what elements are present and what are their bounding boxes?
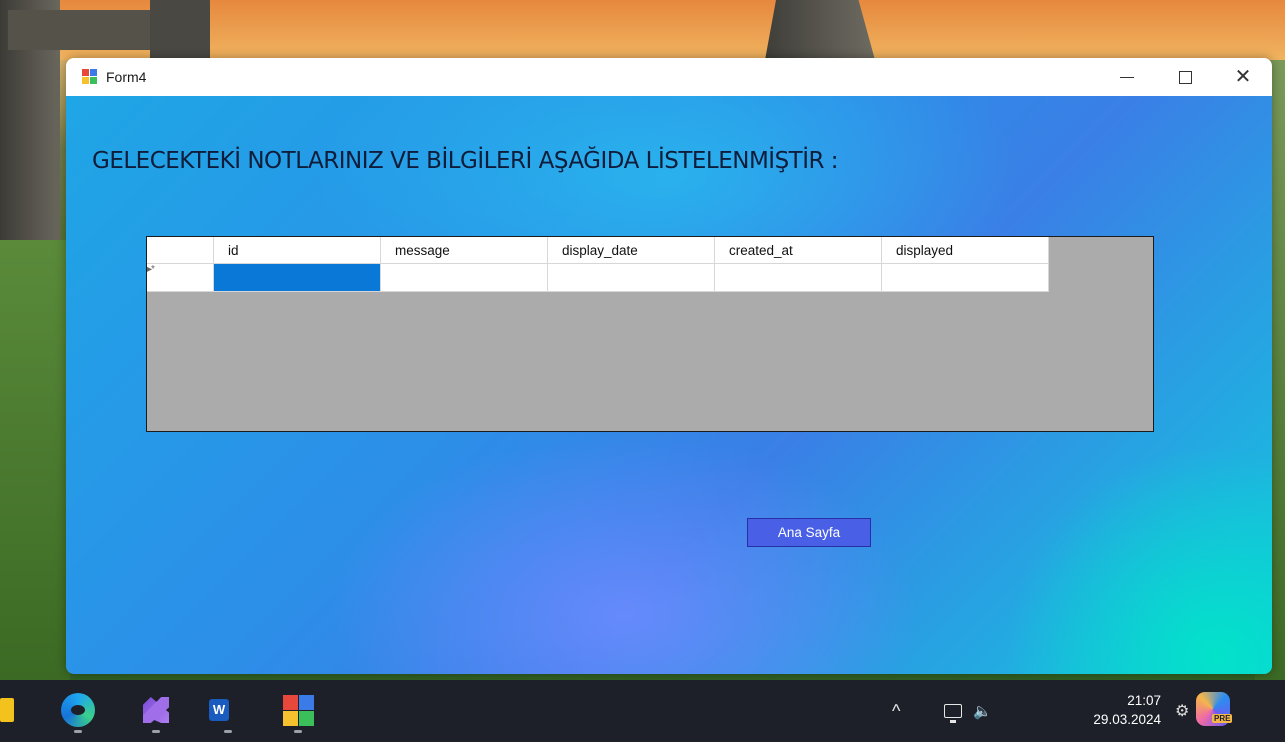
- column-header-id[interactable]: id: [214, 237, 381, 264]
- caption-buttons: ✕: [1098, 58, 1272, 96]
- cell-displayed[interactable]: [882, 264, 1049, 292]
- grid-new-row[interactable]: ▸*: [147, 264, 1049, 292]
- running-indicator: [294, 730, 302, 733]
- form-app-icon: [82, 69, 98, 85]
- cell-message[interactable]: [381, 264, 548, 292]
- network-icon[interactable]: [944, 680, 962, 742]
- column-header-message[interactable]: message: [381, 237, 548, 264]
- volume-icon[interactable]: 🔈: [973, 680, 992, 742]
- running-indicator: [152, 730, 160, 733]
- cell-created-at[interactable]: [715, 264, 882, 292]
- column-header-display-date[interactable]: display_date: [548, 237, 715, 264]
- form-app-taskbar-icon[interactable]: [281, 693, 315, 727]
- maximize-button[interactable]: [1156, 58, 1214, 96]
- form-client-area: GELECEKTEKİ NOTLARINIZ VE BİLGİLERİ AŞAĞ…: [66, 96, 1272, 674]
- taskbar: ^ 🔈 21:07 29.03.2024 ⚙ PRE: [0, 680, 1285, 742]
- clock-time: 21:07: [1127, 693, 1161, 708]
- minimize-button[interactable]: [1098, 58, 1156, 96]
- maximize-icon: [1178, 70, 1192, 84]
- running-indicator: [74, 730, 82, 733]
- visual-studio-icon[interactable]: [139, 693, 173, 727]
- notification-bell-icon[interactable]: ⚙: [1175, 680, 1189, 742]
- copilot-badge: PRE: [1212, 714, 1233, 723]
- edge-icon[interactable]: [61, 693, 95, 727]
- word-icon[interactable]: [205, 693, 239, 727]
- row-header-corner[interactable]: [147, 237, 214, 264]
- system-clock[interactable]: 21:07 29.03.2024: [1056, 691, 1161, 729]
- show-hidden-icons-chevron-icon[interactable]: ^: [892, 680, 900, 742]
- home-button[interactable]: Ana Sayfa: [747, 518, 871, 547]
- column-header-displayed[interactable]: displayed: [882, 237, 1049, 264]
- column-header-created-at[interactable]: created_at: [715, 237, 882, 264]
- cell-id[interactable]: [214, 264, 381, 292]
- close-icon: ✕: [1234, 66, 1252, 88]
- data-grid[interactable]: id message display_date created_at displ…: [146, 236, 1154, 432]
- close-button[interactable]: ✕: [1214, 58, 1272, 96]
- title-bar[interactable]: Form4 ✕: [66, 58, 1272, 96]
- wallpaper-stone: [150, 0, 210, 60]
- grid-header-row: id message display_date created_at displ…: [147, 237, 1049, 264]
- window-title: Form4: [106, 69, 147, 85]
- form4-window: Form4 ✕ GELECEKTEKİ NOTLARINIZ VE BİLGİL…: [66, 58, 1272, 674]
- cell-display-date[interactable]: [548, 264, 715, 292]
- clock-date: 29.03.2024: [1093, 712, 1161, 727]
- page-heading: GELECEKTEKİ NOTLARINIZ VE BİLGİLERİ AŞAĞ…: [92, 148, 839, 174]
- minimize-icon: [1120, 76, 1134, 78]
- file-explorer-icon[interactable]: [0, 698, 14, 722]
- wallpaper-grass: [0, 240, 70, 680]
- new-row-marker-icon[interactable]: ▸*: [147, 264, 214, 292]
- wallpaper-stone: [765, 0, 875, 60]
- running-indicator: [224, 730, 232, 733]
